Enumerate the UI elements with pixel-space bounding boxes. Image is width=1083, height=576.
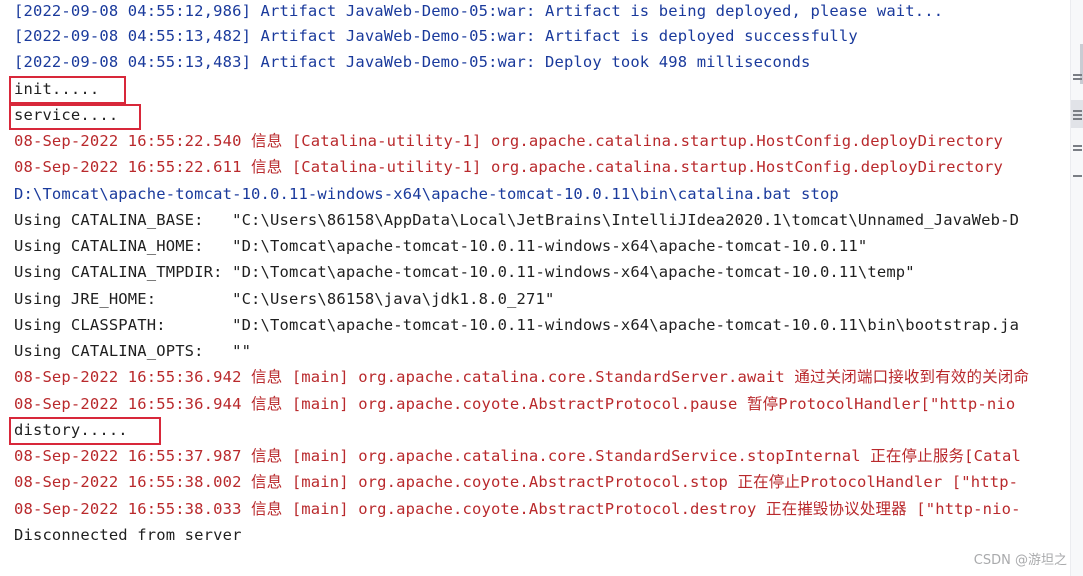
init-highlight-box [9,76,126,104]
console-line: 08-Sep-2022 16:55:38.033 信息 [main] org.a… [14,500,1021,518]
distory-highlight-box [9,417,161,445]
service-highlight-box [9,104,141,130]
console-line: Disconnected from server [14,526,242,544]
wrap-icon[interactable] [1073,74,1082,76]
console-line: [2022-09-08 04:55:12,986] Artifact JavaW… [14,2,944,20]
console-toolbar [1070,0,1083,576]
console-line: Using CATALINA_OPTS: "" [14,342,252,360]
print-icon[interactable] [1073,145,1082,147]
console-line: 08-Sep-2022 16:55:22.540 信息 [Catalina-ut… [14,132,1013,150]
console-line: Using JRE_HOME: "C:\Users\86158\java\jdk… [14,290,555,308]
console-line: 08-Sep-2022 16:55:22.611 信息 [Catalina-ut… [14,158,1013,176]
clear-icon[interactable] [1073,175,1082,177]
active-tool-highlight [1071,100,1083,128]
console-line: 08-Sep-2022 16:55:36.944 信息 [main] org.a… [14,395,1016,413]
console-line: [2022-09-08 04:55:13,483] Artifact JavaW… [14,53,811,71]
console-line: [2022-09-08 04:55:13,482] Artifact JavaW… [14,27,858,45]
console-line: D:\Tomcat\apache-tomcat-10.0.11-windows-… [14,185,839,203]
console-line: Using CATALINA_TMPDIR: "D:\Tomcat\apache… [14,263,915,281]
watermark: CSDN @游坦之 [973,553,1067,568]
console-line: 08-Sep-2022 16:55:36.942 信息 [main] org.a… [14,368,1030,386]
scroll-to-end-icon[interactable] [1073,110,1082,112]
console-line: Using CATALINA_HOME: "D:\Tomcat\apache-t… [14,237,868,255]
run-console-output[interactable]: [2022-09-08 04:55:12,986] Artifact JavaW… [0,0,1070,576]
console-line: 08-Sep-2022 16:55:37.987 信息 [main] org.a… [14,447,1022,465]
console-line: 08-Sep-2022 16:55:38.002 信息 [main] org.a… [14,473,1019,491]
console-line: Using CLASSPATH: "D:\Tomcat\apache-tomca… [14,316,1020,334]
console-line: Using CATALINA_BASE: "C:\Users\86158\App… [14,211,1020,229]
